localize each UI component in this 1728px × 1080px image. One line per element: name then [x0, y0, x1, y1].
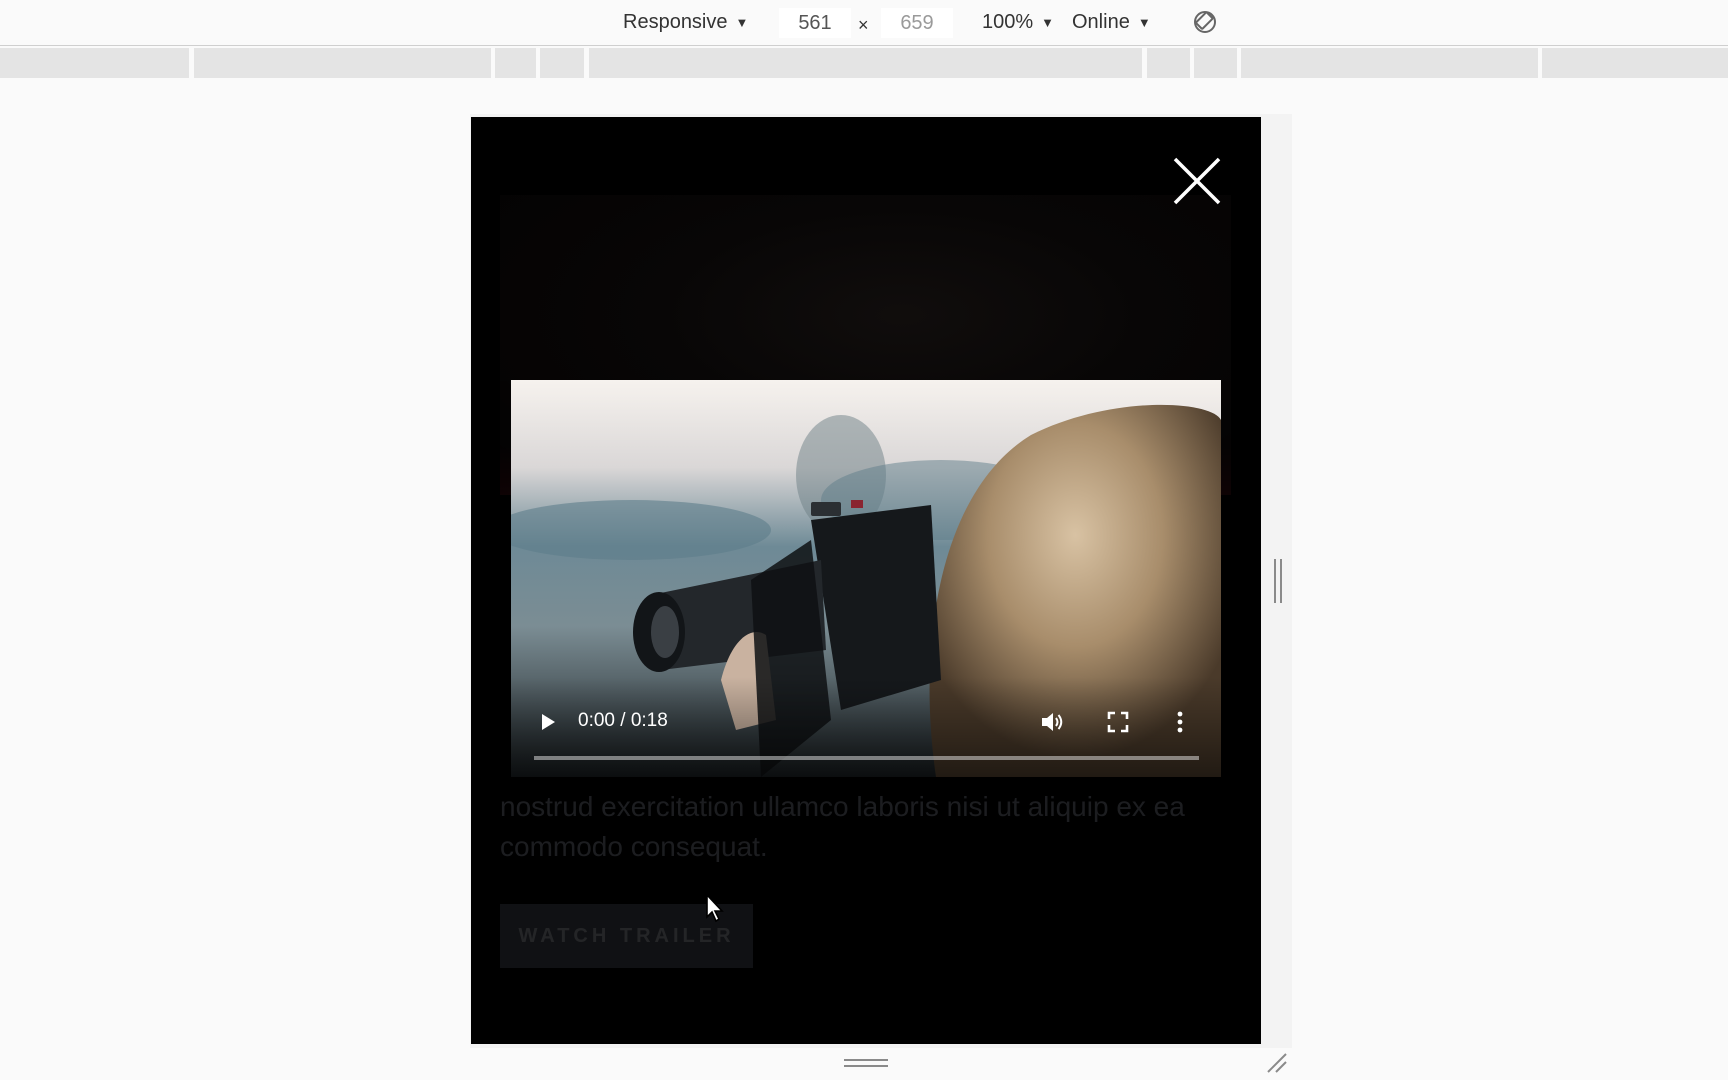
video-player[interactable]: 0:00 / 0:18	[511, 380, 1221, 777]
zoom-select-label: 100%	[982, 11, 1034, 33]
height-input[interactable]	[881, 8, 953, 38]
caret-down-icon: ▼	[1137, 15, 1151, 30]
close-icon[interactable]	[1171, 155, 1223, 207]
media-query-segment[interactable]	[495, 48, 536, 78]
more-vertical-icon[interactable]	[1175, 709, 1185, 735]
media-query-segment[interactable]	[540, 48, 584, 78]
video-progress-bar[interactable]	[534, 756, 1199, 760]
media-query-segment[interactable]	[0, 48, 189, 78]
rotate-icon[interactable]	[1192, 9, 1218, 35]
times-icon: ×	[858, 14, 869, 35]
video-time: 0:00 / 0:18	[578, 710, 668, 731]
device-select[interactable]: Responsive ▼	[623, 0, 748, 45]
media-query-segment[interactable]	[1147, 48, 1190, 78]
resize-handle-bottom[interactable]	[842, 1057, 890, 1069]
network-select-label: Online	[1072, 11, 1130, 33]
media-query-segment[interactable]	[1241, 48, 1538, 78]
volume-icon[interactable]	[1039, 709, 1065, 735]
device-viewport: nostrud exercitation ullamco laboris nis…	[471, 117, 1261, 1044]
mouse-cursor-icon	[706, 893, 724, 923]
media-query-segment[interactable]	[1194, 48, 1237, 78]
fullscreen-icon[interactable]	[1106, 710, 1130, 734]
zoom-select[interactable]: 100% ▼	[982, 0, 1054, 45]
page-body-text: nostrud exercitation ullamco laboris nis…	[500, 791, 1185, 862]
video-controls: 0:00 / 0:18	[511, 677, 1221, 777]
media-query-segment[interactable]	[589, 48, 1142, 78]
caret-down-icon: ▼	[1041, 15, 1055, 30]
resize-handle-corner[interactable]	[1264, 1050, 1290, 1076]
media-query-segment[interactable]	[194, 48, 491, 78]
width-input[interactable]	[779, 8, 851, 38]
play-icon[interactable]	[537, 711, 559, 733]
caret-down-icon: ▼	[735, 15, 749, 30]
device-toolbar: Responsive ▼ × 100% ▼ Online ▼	[0, 0, 1728, 46]
media-query-bar	[0, 48, 1728, 78]
network-select[interactable]: Online ▼	[1072, 0, 1151, 45]
device-select-label: Responsive	[623, 11, 728, 33]
resize-handle-right[interactable]	[1272, 557, 1284, 605]
media-query-segment[interactable]	[1542, 48, 1728, 78]
